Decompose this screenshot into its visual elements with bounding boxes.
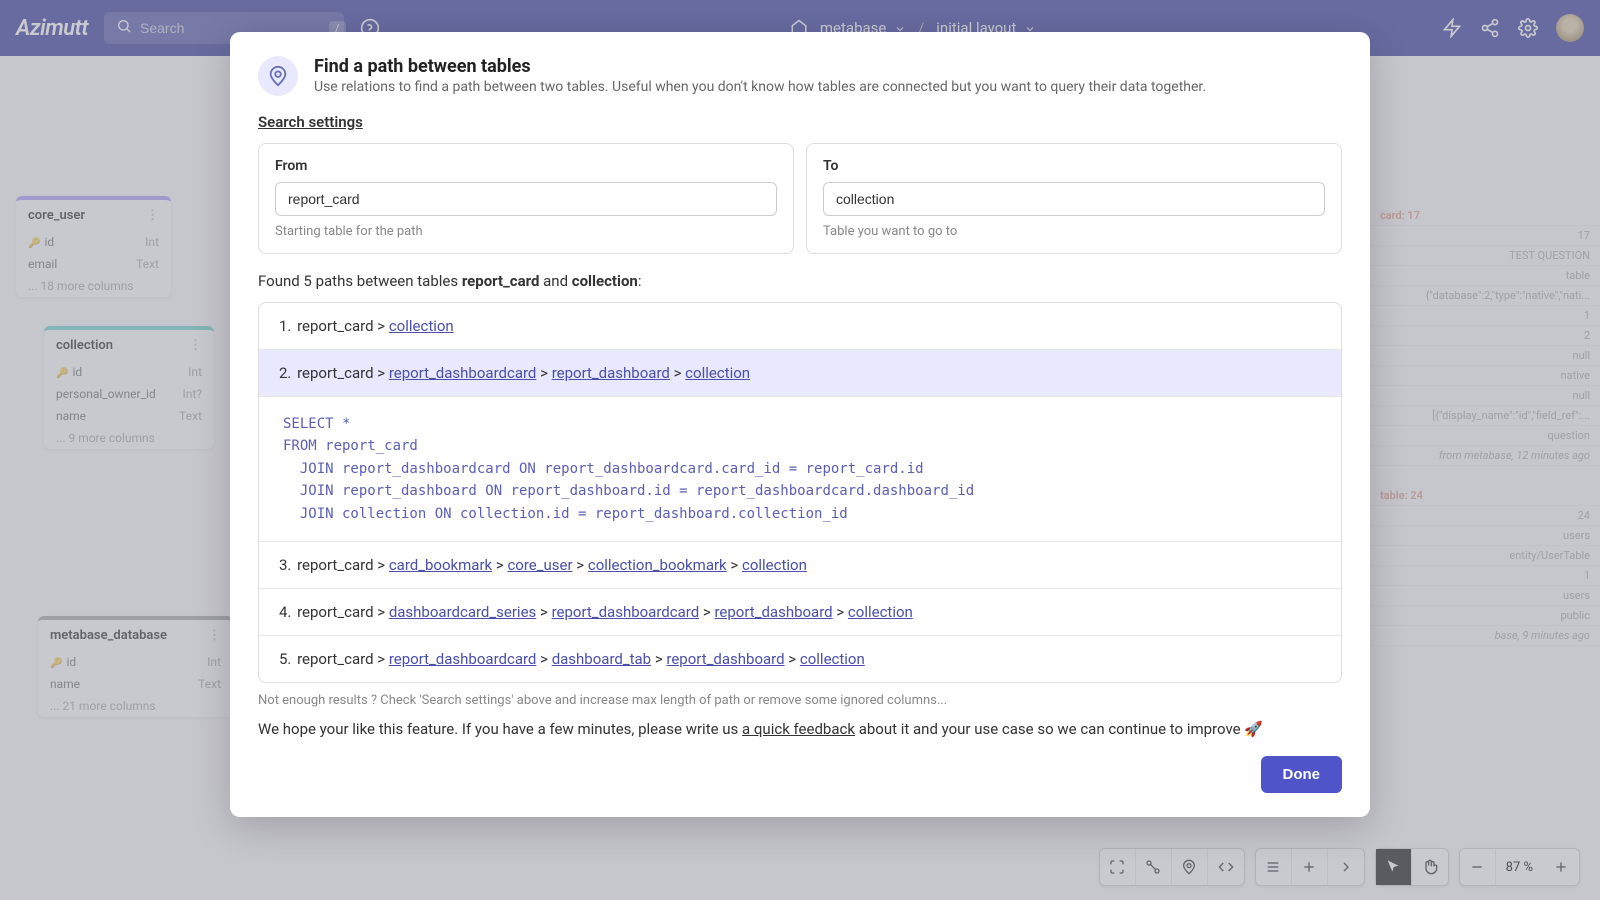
modal-title: Find a path between tables: [314, 56, 1206, 77]
from-hint: Starting table for the path: [275, 224, 777, 239]
path-row-4[interactable]: 4. report_card > dashboardcard_series > …: [259, 589, 1341, 636]
modal-subtitle: Use relations to find a path between two…: [314, 79, 1206, 95]
to-hint: Table you want to go to: [823, 224, 1325, 239]
to-box: To Table you want to go to: [806, 143, 1342, 254]
from-label: From: [275, 158, 777, 174]
find-path-modal: Find a path between tables Use relations…: [230, 32, 1370, 817]
found-summary: Found 5 paths between tables report_card…: [258, 272, 1342, 290]
from-input[interactable]: [275, 182, 777, 216]
done-button[interactable]: Done: [1261, 756, 1343, 793]
paths-list: 1. report_card > collection 2. report_ca…: [258, 302, 1342, 683]
search-settings-link[interactable]: Search settings: [258, 113, 363, 131]
path-row-2[interactable]: 2. report_card > report_dashboardcard > …: [259, 350, 1341, 397]
path-row-5[interactable]: 5. report_card > report_dashboardcard > …: [259, 636, 1341, 682]
path-row-1[interactable]: 1. report_card > collection: [259, 303, 1341, 350]
sql-preview: SELECT * FROM report_card JOIN report_da…: [259, 397, 1341, 542]
location-icon: [258, 56, 298, 96]
feedback-text: We hope your like this feature. If you h…: [258, 720, 1342, 738]
to-input[interactable]: [823, 182, 1325, 216]
from-box: From Starting table for the path: [258, 143, 794, 254]
feedback-link[interactable]: a quick feedback: [742, 720, 855, 738]
path-row-3[interactable]: 3. report_card > card_bookmark > core_us…: [259, 542, 1341, 589]
to-label: To: [823, 158, 1325, 174]
tip-text: Not enough results ? Check 'Search setti…: [258, 693, 1342, 708]
